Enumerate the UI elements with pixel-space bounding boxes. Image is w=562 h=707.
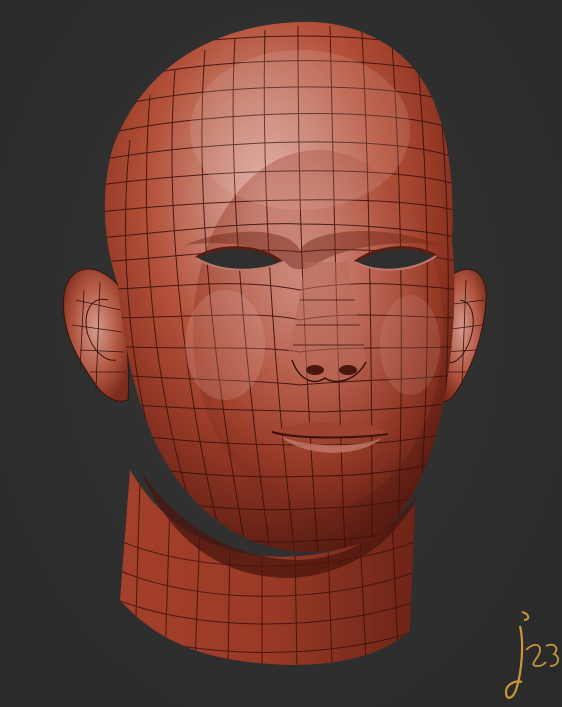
head-render: [62, 21, 559, 699]
viewport: [0, 0, 562, 707]
head: [104, 21, 455, 552]
signature-logo: [504, 611, 559, 699]
